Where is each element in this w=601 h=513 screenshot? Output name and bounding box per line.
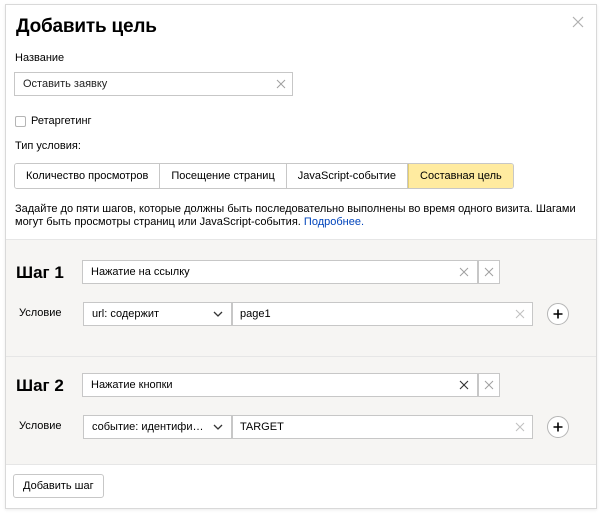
step-1-condition-select[interactable]: url: содержит — [83, 302, 232, 326]
name-field-label: Название — [15, 52, 65, 64]
retargeting-checkbox-row[interactable]: Ретаргетинг — [15, 115, 92, 127]
dialog-title: Добавить цель — [16, 16, 157, 37]
add-goal-dialog: Добавить цель Название Оставить заявку Р… — [5, 4, 597, 509]
description-text: Задайте до пяти шагов, которые должны бы… — [15, 203, 576, 228]
condition-type-label: Тип условия: — [15, 140, 81, 152]
step-2-condition-select[interactable]: событие: идентифи… — [83, 415, 232, 439]
step-2-add-condition-button[interactable] — [547, 416, 569, 438]
step-2-title: Шаг 2 — [16, 376, 64, 395]
step-2-name-value: Нажатие кнопки — [91, 379, 173, 391]
condition-type-js-event[interactable]: JavaScript-событие — [286, 164, 409, 188]
plus-icon — [553, 422, 563, 432]
composite-goal-description: Задайте до пяти шагов, которые должны бы… — [15, 203, 585, 229]
plus-icon — [553, 309, 563, 319]
add-step-button[interactable]: Добавить шаг — [13, 474, 104, 498]
step-1-name-input[interactable]: Нажатие на ссылку — [82, 260, 478, 284]
step-divider — [6, 356, 596, 357]
step-1-condition-value-input[interactable]: page1 — [232, 302, 533, 326]
step-2-condition-label: Условие — [19, 420, 62, 432]
clear-icon[interactable] — [459, 267, 469, 277]
retargeting-label: Ретаргетинг — [31, 115, 92, 127]
condition-type-switch: Количество просмотров Посещение страниц … — [14, 163, 514, 189]
close-icon — [484, 267, 494, 277]
goal-name-value: Оставить заявку — [23, 78, 108, 90]
step-1-condition-value: page1 — [240, 308, 271, 320]
learn-more-link[interactable]: Подробнее. — [304, 216, 364, 228]
clear-icon[interactable] — [459, 380, 469, 390]
step-1-delete-button[interactable] — [478, 260, 500, 284]
step-1-condition-label: Условие — [19, 307, 62, 319]
close-icon[interactable] — [570, 14, 586, 30]
clear-icon[interactable] — [515, 309, 525, 319]
step-1-name-value: Нажатие на ссылку — [91, 266, 190, 278]
step-2-condition-value-input[interactable]: TARGET — [232, 415, 533, 439]
step-2-condition-value: TARGET — [240, 421, 284, 433]
clear-icon[interactable] — [515, 422, 525, 432]
step-1-condition-type: url: содержит — [92, 308, 160, 320]
chevron-down-icon — [213, 311, 223, 317]
condition-type-composite[interactable]: Составная цель — [408, 164, 513, 188]
goal-name-input[interactable]: Оставить заявку — [14, 72, 293, 96]
clear-icon[interactable] — [276, 79, 286, 89]
retargeting-checkbox[interactable] — [15, 115, 26, 127]
step-1-add-condition-button[interactable] — [547, 303, 569, 325]
step-2-delete-button[interactable] — [478, 373, 500, 397]
step-1-title: Шаг 1 — [16, 263, 64, 282]
condition-type-pageviews[interactable]: Количество просмотров — [15, 164, 161, 188]
condition-type-pages[interactable]: Посещение страниц — [160, 164, 287, 188]
chevron-down-icon — [213, 424, 223, 430]
step-2-name-input[interactable]: Нажатие кнопки — [82, 373, 478, 397]
close-icon — [484, 380, 494, 390]
step-2-condition-type: событие: идентифи… — [92, 421, 204, 433]
